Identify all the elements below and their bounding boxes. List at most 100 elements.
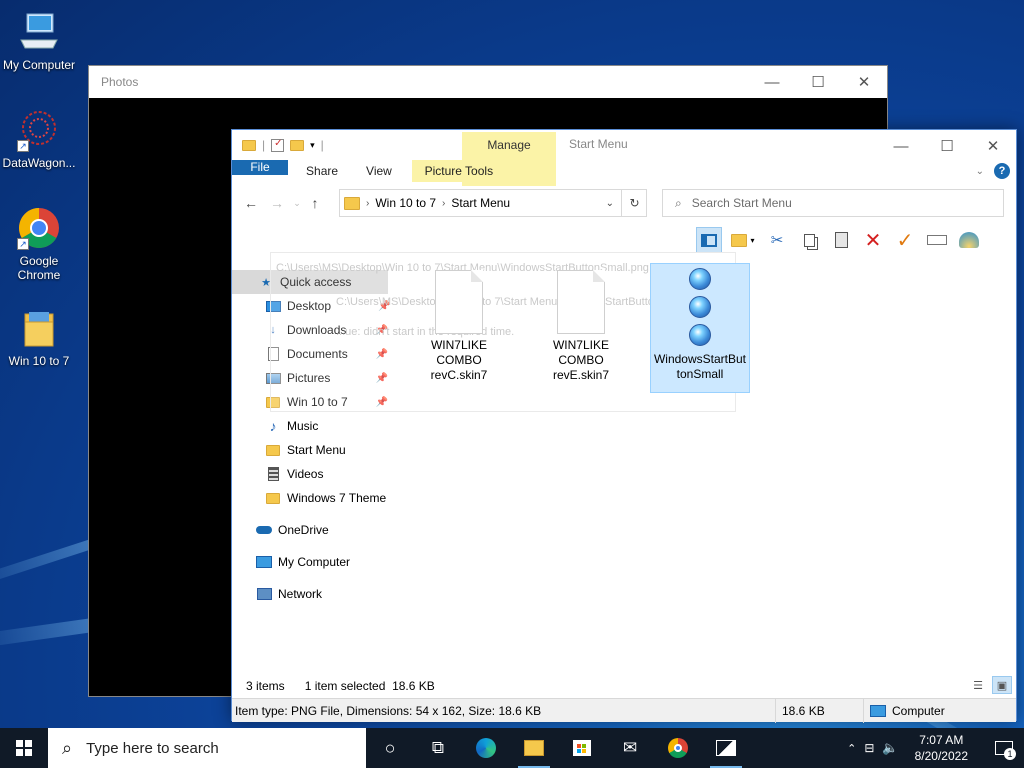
start-button[interactable] <box>0 728 48 768</box>
store-icon[interactable] <box>558 728 606 768</box>
expand-ribbon-icon[interactable]: ⌄ <box>976 166 984 177</box>
file-icon <box>557 270 605 334</box>
shortcut-arrow-icon: ↗ <box>17 140 29 152</box>
nav-network[interactable]: Network <box>232 582 392 606</box>
selection-info: 1 item selected 18.6 KB <box>304 679 435 693</box>
network-icon <box>256 587 272 601</box>
file-explorer-taskbar-icon[interactable] <box>510 728 558 768</box>
location-label: Computer <box>892 703 945 718</box>
shell-icon[interactable] <box>956 227 982 253</box>
nav-label: Videos <box>287 467 324 481</box>
file-item[interactable]: WIN7LIKE COMBO revC.skin7 <box>409 270 509 383</box>
windows-orb-icon <box>689 268 711 290</box>
file-item-selected[interactable]: WindowsStartBut tonSmall <box>650 263 750 393</box>
folder-icon[interactable] <box>242 139 256 151</box>
windows-logo-icon <box>16 740 32 756</box>
maximize-button[interactable]: ☐ <box>924 130 970 162</box>
cortana-icon[interactable]: ○ <box>366 728 414 768</box>
nav-label: My Computer <box>278 555 351 569</box>
forward-button[interactable]: → <box>264 195 290 211</box>
nav-label: Windows 7 Theme <box>287 491 387 505</box>
mail-icon[interactable]: ✉ <box>606 728 654 768</box>
window-title: Photos <box>101 75 139 89</box>
clock[interactable]: 7:07 AM 8/20/2022 <box>907 732 976 764</box>
minimize-button[interactable]: — <box>878 130 924 162</box>
tab-view[interactable]: View <box>352 160 406 182</box>
computer-icon <box>256 555 272 569</box>
new-folder-icon[interactable] <box>290 139 305 151</box>
new-folder-button[interactable]: ▾ <box>728 227 758 253</box>
cut-icon[interactable]: ✂ <box>764 227 790 253</box>
datawagon-app-icon: ↗ <box>17 108 61 152</box>
nav-label: Music <box>287 419 319 433</box>
help-icon[interactable]: ? <box>994 163 1010 179</box>
rename-icon[interactable] <box>924 227 950 253</box>
photos-taskbar-icon[interactable] <box>702 728 750 768</box>
item-details: Item type: PNG File, Dimensions: 54 x 16… <box>232 698 776 723</box>
nav-item-videos[interactable]: Videos <box>232 462 392 486</box>
nav-label: Start Menu <box>287 443 346 457</box>
chrome-icon[interactable] <box>654 728 702 768</box>
up-button[interactable]: ↑ <box>304 195 326 211</box>
nav-onedrive[interactable]: OneDrive <box>232 518 392 542</box>
customize-qat-icon[interactable]: ▾ <box>310 140 315 151</box>
nav-item-music[interactable]: ♪ Music <box>232 414 392 438</box>
chevron-up-icon[interactable]: ⌃ <box>847 742 856 755</box>
recent-locations-icon[interactable]: ⌄ <box>290 198 304 209</box>
properties-icon[interactable]: ✓ <box>271 138 285 152</box>
window-title: Start Menu <box>569 137 628 151</box>
maximize-button[interactable]: ☐ <box>795 66 841 98</box>
copy-icon[interactable] <box>796 227 822 253</box>
chevron-right-icon: › <box>442 197 446 209</box>
network-icon[interactable]: ⊟ <box>864 741 874 755</box>
details-status-bar: Item type: PNG File, Dimensions: 54 x 16… <box>232 698 1016 723</box>
nav-my-computer[interactable]: My Computer <box>232 550 392 574</box>
large-icons-view-icon[interactable]: ▣ <box>992 676 1012 694</box>
address-bar[interactable]: › Win 10 to 7 › Start Menu ⌄ <box>339 189 647 217</box>
details-view-icon[interactable]: ☰ <box>968 676 988 694</box>
file-explorer-window: | ✓ ▾ | Manage Start Menu — ☐ ✕ File Hom… <box>231 129 1017 723</box>
file-item[interactable]: WIN7LIKE COMBO revE.skin7 <box>531 270 631 383</box>
refresh-button[interactable]: ↻ <box>621 189 647 217</box>
taskbar: ⌕ Type here to search ○ ⧉ ✉ ⌃ ⊟ 🔈 7:07 A… <box>0 728 1024 768</box>
desktop-icon-win10to7[interactable]: Win 10 to 7 <box>0 306 78 368</box>
paste-icon[interactable] <box>828 227 854 253</box>
delete-icon[interactable]: ✕ <box>860 227 886 253</box>
volume-icon[interactable]: 🔈 <box>882 740 898 756</box>
item-size: 18.6 KB <box>776 698 864 723</box>
task-view-icon[interactable]: ⧉ <box>414 728 462 768</box>
taskbar-search[interactable]: ⌕ Type here to search <box>48 728 366 768</box>
taskbar-search-input[interactable]: Type here to search <box>86 740 219 757</box>
search-box[interactable]: ⌕ Search Start Menu <box>662 189 1004 217</box>
computer-icon <box>17 10 61 54</box>
preview-pane-button[interactable] <box>696 227 722 253</box>
nav-item-start-menu[interactable]: Start Menu <box>232 438 392 462</box>
tab-picture-tools[interactable]: Picture Tools <box>411 160 506 182</box>
search-input[interactable]: Search Start Menu <box>692 196 792 210</box>
edge-icon[interactable] <box>462 728 510 768</box>
tab-file[interactable]: File <box>232 160 288 175</box>
minimize-button[interactable]: — <box>749 66 795 98</box>
status-row: 3 items 1 item selected 18.6 KB <box>232 674 1016 698</box>
file-name: WIN7LIKE COMBO revC.skin7 <box>430 338 488 382</box>
tab-share[interactable]: Share <box>292 160 352 182</box>
search-icon: ⌕ <box>62 737 73 758</box>
photos-titlebar[interactable]: Photos — ☐ ✕ <box>89 66 887 98</box>
contextual-tab-manage[interactable]: Manage <box>462 138 556 152</box>
breadcrumb-current[interactable]: Start Menu <box>451 196 510 210</box>
nav-item-windows7-theme[interactable]: Windows 7 Theme <box>232 486 392 510</box>
breadcrumb-root[interactable]: Win 10 to 7 <box>375 196 436 210</box>
close-button[interactable]: ✕ <box>970 130 1016 162</box>
chevron-down-icon[interactable]: ⌄ <box>606 198 614 209</box>
close-button[interactable]: ✕ <box>841 66 887 98</box>
navigation-bar: ← → ⌄ ↑ › Win 10 to 7 › Start Menu ⌄ ↻ ⌕… <box>232 186 1016 220</box>
music-icon: ♪ <box>269 418 277 434</box>
desktop-icon-chrome[interactable]: ↗ Google Chrome <box>0 206 78 282</box>
notifications-button[interactable]: 1 <box>984 728 1024 768</box>
back-button[interactable]: ← <box>238 195 264 211</box>
checkmark-icon[interactable]: ✓ <box>892 227 918 253</box>
chevron-right-icon: › <box>366 197 370 209</box>
desktop-icon-datawagon[interactable]: ↗ DataWagon... <box>0 108 78 170</box>
quick-access-toolbar: | ✓ ▾ | <box>232 130 324 160</box>
desktop-icon-my-computer[interactable]: My Computer <box>0 10 78 72</box>
